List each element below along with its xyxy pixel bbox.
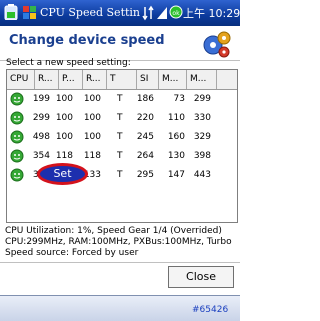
table-row[interactable]: 498 100 100 T 245 160 329 <box>7 128 237 146</box>
clock-speeds-text: CPU:299MHz, RAM:100MHz, PXBus:100MHz, Tu… <box>5 237 232 247</box>
table-header: CPU R... P... R... T SI M... M... <box>7 70 237 90</box>
table-row[interactable]: 299 100 100 T 220 110 330 <box>7 109 237 127</box>
ok-icon[interactable]: ok <box>169 5 183 19</box>
cell-cpu: 498 <box>32 132 50 142</box>
column-header-m1[interactable]: M... <box>159 70 187 89</box>
cell-si: 186 <box>136 94 154 104</box>
windows-start-icon[interactable] <box>22 4 38 22</box>
cell-ram: 100 <box>55 94 73 104</box>
cell-si: 245 <box>136 132 154 142</box>
cell-si: 295 <box>136 170 154 180</box>
speed-level-icon <box>10 130 24 144</box>
cell-turbo: T <box>117 170 123 180</box>
speed-level-icon <box>10 111 24 125</box>
cell-m1: 160 <box>167 132 185 142</box>
gears-logo-icon <box>203 31 231 58</box>
cell-turbo: T <box>117 132 123 142</box>
page-title: Change device speed <box>9 33 165 48</box>
cell-pxbus: 100 <box>83 113 101 123</box>
table-row[interactable]: 199 100 100 T 186 73 299 <box>7 90 237 108</box>
column-header-m2[interactable]: M... <box>187 70 217 89</box>
cell-turbo: T <box>117 113 123 123</box>
cpu-utilization-text: CPU Utilization: 1%, Speed Gear 1/4 (Ove… <box>5 226 222 236</box>
battery-icon[interactable] <box>4 4 18 20</box>
column-header-turbo[interactable]: T <box>107 70 137 89</box>
cell-turbo: T <box>117 151 123 161</box>
column-header-cpu[interactable]: CPU <box>7 70 35 89</box>
speed-level-icon <box>10 168 24 182</box>
cell-si: 220 <box>136 113 154 123</box>
speed-settings-table[interactable]: CPU R... P... R... T SI M... M... 199 10… <box>6 69 238 223</box>
cell-ram: 100 <box>55 132 73 142</box>
cell-m1: 73 <box>173 94 185 104</box>
cell-cpu: 299 <box>32 113 50 123</box>
header: Change device speed <box>0 26 240 61</box>
cell-cpu: 354 <box>32 151 50 161</box>
title-bar: CPU Speed Settings ok 上午 10:29 <box>0 0 240 26</box>
cell-m2: 443 <box>193 170 211 180</box>
cell-cpu: 199 <box>32 94 50 104</box>
data-connection-icon[interactable] <box>142 5 154 21</box>
cell-ram: 100 <box>55 113 73 123</box>
cell-m1: 130 <box>167 151 185 161</box>
cell-m2: 299 <box>193 94 211 104</box>
cell-m2: 329 <box>193 132 211 142</box>
signal-icon[interactable] <box>156 5 168 21</box>
table-row[interactable]: 354 118 118 T 264 130 398 <box>7 147 237 165</box>
clock[interactable]: 上午 10:29 <box>183 5 240 21</box>
cell-pxbus: 118 <box>83 151 101 161</box>
svg-text:ok: ok <box>172 10 180 17</box>
close-button[interactable]: Close <box>168 266 234 288</box>
column-header-ram[interactable]: R... <box>35 70 59 89</box>
column-header-si[interactable]: SI <box>137 70 159 89</box>
table-caption: Select a new speed setting: <box>6 58 131 68</box>
speed-source-text: Speed source: Forced by user <box>5 248 139 258</box>
cell-m1: 110 <box>167 113 185 123</box>
cell-pxbus: 100 <box>83 132 101 142</box>
cell-m2: 330 <box>193 113 211 123</box>
cell-m1: 147 <box>167 170 185 180</box>
cell-turbo: T <box>117 94 123 104</box>
cell-pxbus: 100 <box>83 94 101 104</box>
cell-si: 264 <box>136 151 154 161</box>
cell-m2: 398 <box>193 151 211 161</box>
column-header-pxbus[interactable]: P... <box>59 70 83 89</box>
version-id-text: #65426 <box>192 305 229 315</box>
divider <box>0 262 240 263</box>
set-button[interactable]: Set <box>37 163 88 185</box>
column-header-r2[interactable]: R... <box>83 70 107 89</box>
speed-level-icon <box>10 92 24 106</box>
window-title: CPU Speed Settings <box>40 6 140 19</box>
speed-level-icon <box>10 149 24 163</box>
